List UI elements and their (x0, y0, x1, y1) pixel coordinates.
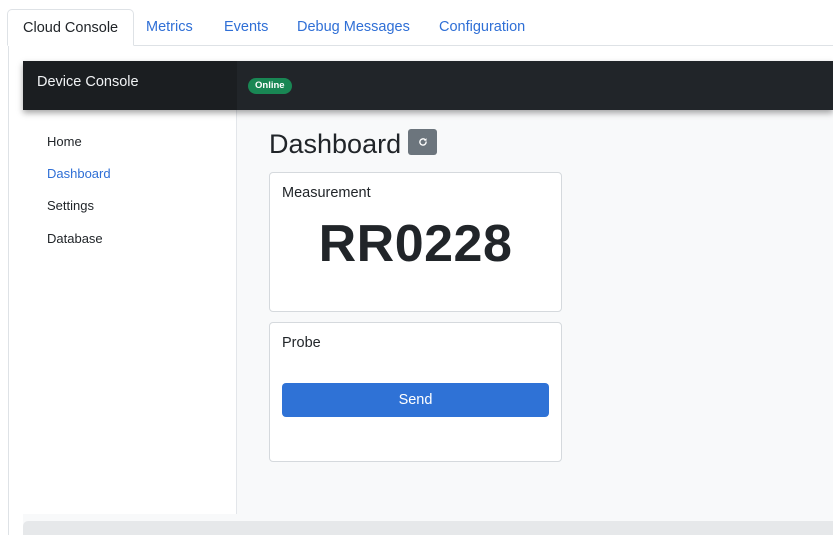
tab-cloud-console[interactable]: Cloud Console (7, 9, 135, 46)
status-badge: Online (248, 78, 292, 94)
sidebar-item-settings[interactable]: Settings (47, 198, 94, 213)
refresh-button[interactable] (408, 129, 437, 155)
measurement-title: Measurement (282, 185, 371, 201)
sidebar: Home Dashboard Settings Database (23, 110, 237, 514)
sidebar-item-database[interactable]: Database (47, 231, 103, 246)
tab-metrics[interactable]: Metrics (131, 9, 208, 46)
top-tab-bar: Cloud Console Metrics Events Debug Messa… (0, 0, 833, 46)
sidebar-item-home[interactable]: Home (47, 134, 82, 149)
measurement-value: RR0228 (318, 215, 513, 273)
refresh-icon (418, 137, 428, 147)
measurement-card: Measurement RR0228 (269, 172, 562, 312)
probe-card: Probe Send (269, 322, 562, 462)
panel-border (8, 45, 9, 535)
tab-debug-messages[interactable]: Debug Messages (282, 9, 425, 46)
tab-events[interactable]: Events (209, 9, 283, 46)
bottom-bar (23, 521, 833, 535)
probe-title: Probe (282, 335, 321, 351)
device-console: Device Console Online Home Dashboard Set… (23, 61, 833, 535)
send-button[interactable]: Send (282, 383, 549, 417)
page-title: Dashboard (269, 129, 402, 159)
console-topbar: Device Console Online (23, 61, 833, 110)
sidebar-item-dashboard[interactable]: Dashboard (47, 166, 111, 181)
main-content: Dashboard Measurement RR0228 Probe Send (237, 110, 833, 514)
tab-configuration[interactable]: Configuration (424, 9, 540, 46)
console-brand[interactable]: Device Console (23, 61, 237, 110)
